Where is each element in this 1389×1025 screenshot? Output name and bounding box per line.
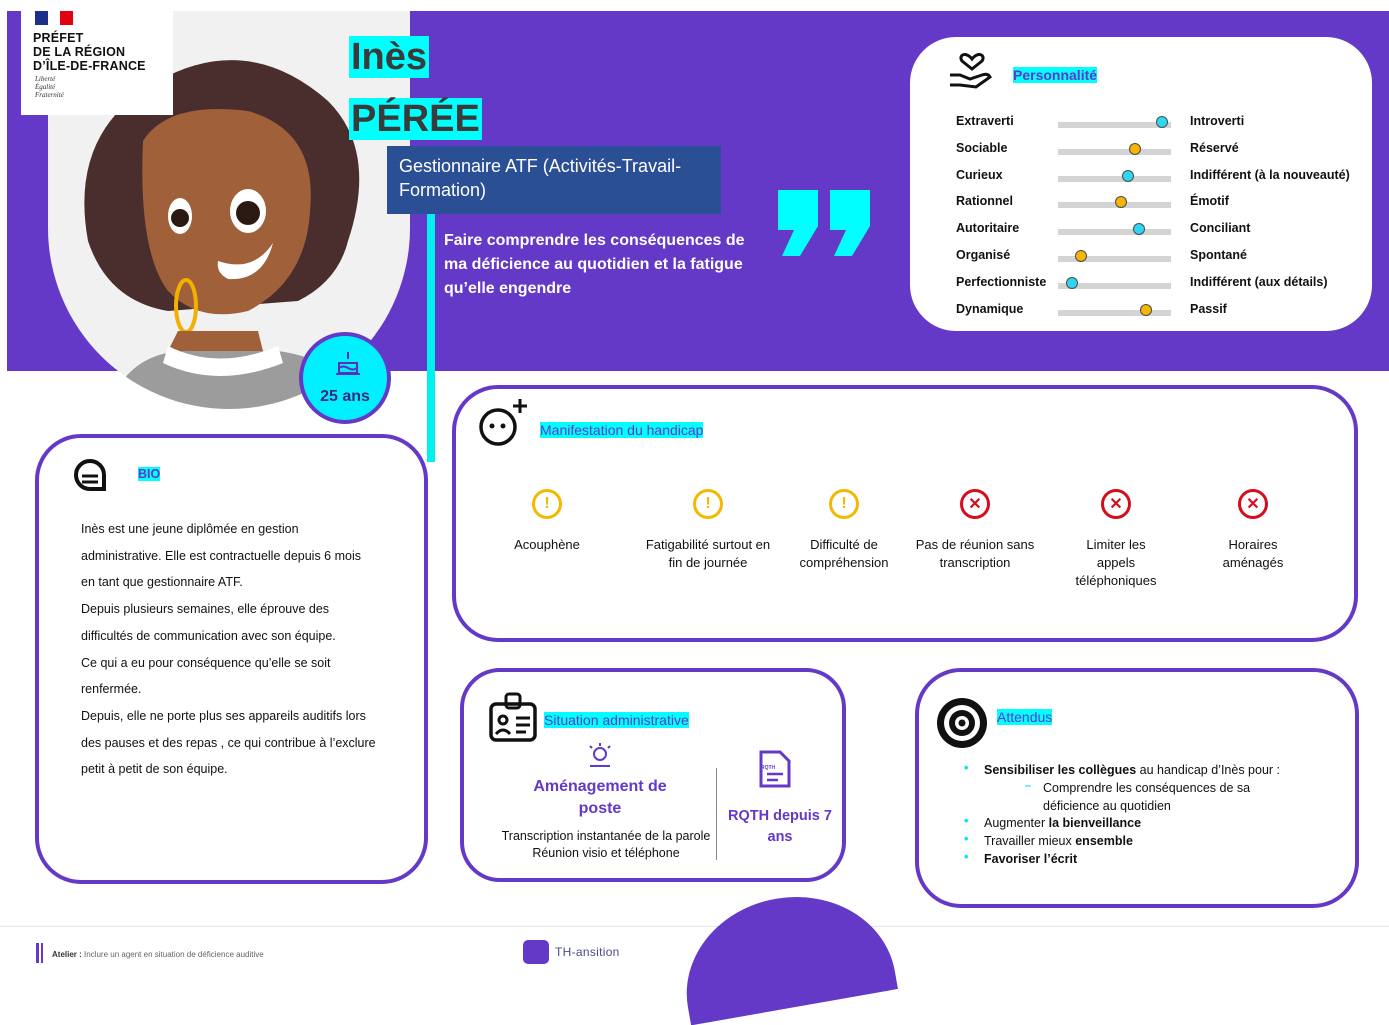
manifestation-item: ✕ Pas de réunion sans transcription — [905, 489, 1045, 572]
trait-slider-dot — [1122, 169, 1135, 182]
bio-title: BIO — [138, 467, 161, 481]
footer-mark — [41, 943, 43, 963]
warning-icon: ! — [693, 489, 723, 519]
expectation-item: • Travailler mieux ensemble — [964, 832, 1133, 848]
expectation-item: • Augmenter la bienveillance — [964, 814, 1142, 830]
prefecture-logo: PRÉFET DE LA RÉGION D’ÎLE-DE-FRANCE Libe… — [21, 11, 173, 115]
accent-bar — [427, 214, 435, 462]
error-icon: ✕ — [1238, 489, 1268, 519]
personality-title: Personnalité — [1013, 67, 1098, 83]
trait-slider-dot — [1128, 142, 1141, 155]
personality-row: Autoritaire Conciliant — [956, 217, 1366, 243]
expectation-item: • Favoriser l’écrit — [964, 850, 1078, 866]
expectations-card: Attendus • Sensibiliser les collègues au … — [915, 668, 1359, 908]
trait-slider-dot — [1155, 116, 1168, 128]
heart-hand-icon — [950, 53, 992, 89]
admin-card: Situation administrative Aménagement de … — [460, 668, 846, 882]
target-icon — [937, 698, 987, 748]
prefecture-name: PRÉFET DE LA RÉGION D’ÎLE-DE-FRANCE — [33, 31, 146, 73]
divider — [716, 768, 717, 860]
trait-right: Réservé — [1190, 140, 1239, 155]
trait-right: Spontané — [1190, 248, 1247, 262]
job-title: Gestionnaire ATF (Activités-Travail-Form… — [387, 146, 721, 214]
trait-left: Rationnel — [956, 194, 1013, 209]
expectations-title: Attendus — [997, 709, 1053, 725]
cake-icon — [336, 352, 360, 375]
transition-logo: TH-ansition — [555, 945, 620, 959]
personality-row: Rationnel Émotif — [956, 190, 1366, 216]
personality-row: Organisé Spontané — [956, 244, 1366, 270]
first-name: Inès — [349, 36, 430, 78]
error-icon: ✕ — [960, 489, 990, 519]
personality-row: Perfectionniste Indifférent (aux détails) — [956, 271, 1366, 297]
trait-slider-dot — [1065, 276, 1078, 289]
trait-right: Passif — [1190, 301, 1227, 316]
decorative-blob — [672, 880, 898, 1025]
personality-row: Sociable Réservé — [956, 137, 1366, 163]
trait-left: Sociable — [956, 140, 1008, 155]
manifestation-item: ! Difficulté de compréhension — [774, 489, 914, 572]
age-value: 25 ans — [320, 388, 370, 405]
handicap-title: Manifestation du handicap — [540, 422, 704, 438]
bio-card: BIO Inès est une jeune diplômée en gesti… — [35, 434, 428, 884]
amenagement-title: Aménagement de poste — [533, 778, 667, 817]
footer-divider — [0, 926, 1389, 927]
trait-left: Perfectionniste — [956, 274, 1047, 289]
personality-row: Curieux Indifférent (à la nouveauté) — [956, 164, 1366, 190]
footer-atelier: Atelier : Inclure un agent en situation … — [52, 950, 264, 959]
expectation-item: • Sensibiliser les collègues au handicap … — [964, 761, 1281, 777]
trait-slider-track — [1058, 122, 1171, 128]
trait-slider-track — [1058, 175, 1171, 182]
trait-left: Autoritaire — [956, 221, 1020, 236]
id-badge-icon — [489, 692, 537, 742]
flag-icon — [35, 11, 74, 25]
manifestation-item: ✕ Horaires aménagés — [1183, 489, 1323, 572]
trait-slider-dot — [1140, 303, 1153, 316]
footer-mark — [36, 943, 39, 963]
expectation-subitem: – Comprendre les conséquences de sa défic… — [1025, 780, 1251, 813]
manifestation-item: ✕ Limiter les appels téléphoniques — [1046, 489, 1186, 590]
trait-slider-track — [1058, 229, 1171, 236]
rqth-title: RQTH depuis 7 ans — [728, 808, 832, 845]
personality-row: Extraverti Introverti — [956, 110, 1366, 136]
bio-icon — [74, 458, 106, 491]
face-plus-icon — [479, 399, 527, 446]
handicap-card: Manifestation du handicap ! Acouphène ! … — [452, 385, 1358, 642]
workstation-icon — [589, 743, 611, 767]
personality-row: Dynamique Passif — [956, 298, 1366, 324]
trait-slider-track — [1058, 148, 1171, 155]
warning-icon: ! — [532, 489, 562, 519]
transition-logo-icon — [523, 940, 549, 964]
manifestation-item: ! Acouphène — [477, 489, 617, 554]
manifestation-item: ! Fatigabilité surtout en fin de journée — [638, 489, 778, 572]
trait-left: Extraverti — [956, 114, 1014, 128]
trait-right: Conciliant — [1190, 221, 1251, 236]
trait-right: Indifférent (à la nouveauté) — [1190, 167, 1350, 182]
trait-right: Émotif — [1190, 194, 1229, 209]
error-icon: ✕ — [1101, 489, 1131, 519]
last-name: PÉRÉE — [349, 98, 482, 140]
trait-slider-track — [1058, 309, 1171, 316]
trait-left: Curieux — [956, 167, 1003, 182]
age-badge: 25 ans — [299, 332, 391, 424]
personality-card: Personnalité Extraverti Introverti Sociabl… — [910, 37, 1372, 331]
republic-motto: Liberté Égalité Fraternité — [35, 75, 64, 99]
trait-right: Introverti — [1190, 114, 1245, 128]
amenagement-details: Transcription instantanée de la parole R… — [501, 829, 711, 860]
bio-text: Inès est une jeune diplômée en gestion a… — [81, 522, 376, 777]
trait-slider-dot — [1074, 250, 1087, 262]
admin-title: Situation administrative — [544, 712, 689, 728]
rqth-icon-label: RQTH — [761, 765, 776, 771]
quote-mark-icon — [778, 190, 870, 256]
trait-left: Dynamique — [956, 301, 1024, 316]
quote-text: Faire comprendre les conséquences de ma … — [444, 232, 745, 297]
warning-icon: ! — [829, 489, 859, 519]
trait-right: Indifférent (aux détails) — [1190, 274, 1328, 289]
trait-left: Organisé — [956, 248, 1011, 262]
